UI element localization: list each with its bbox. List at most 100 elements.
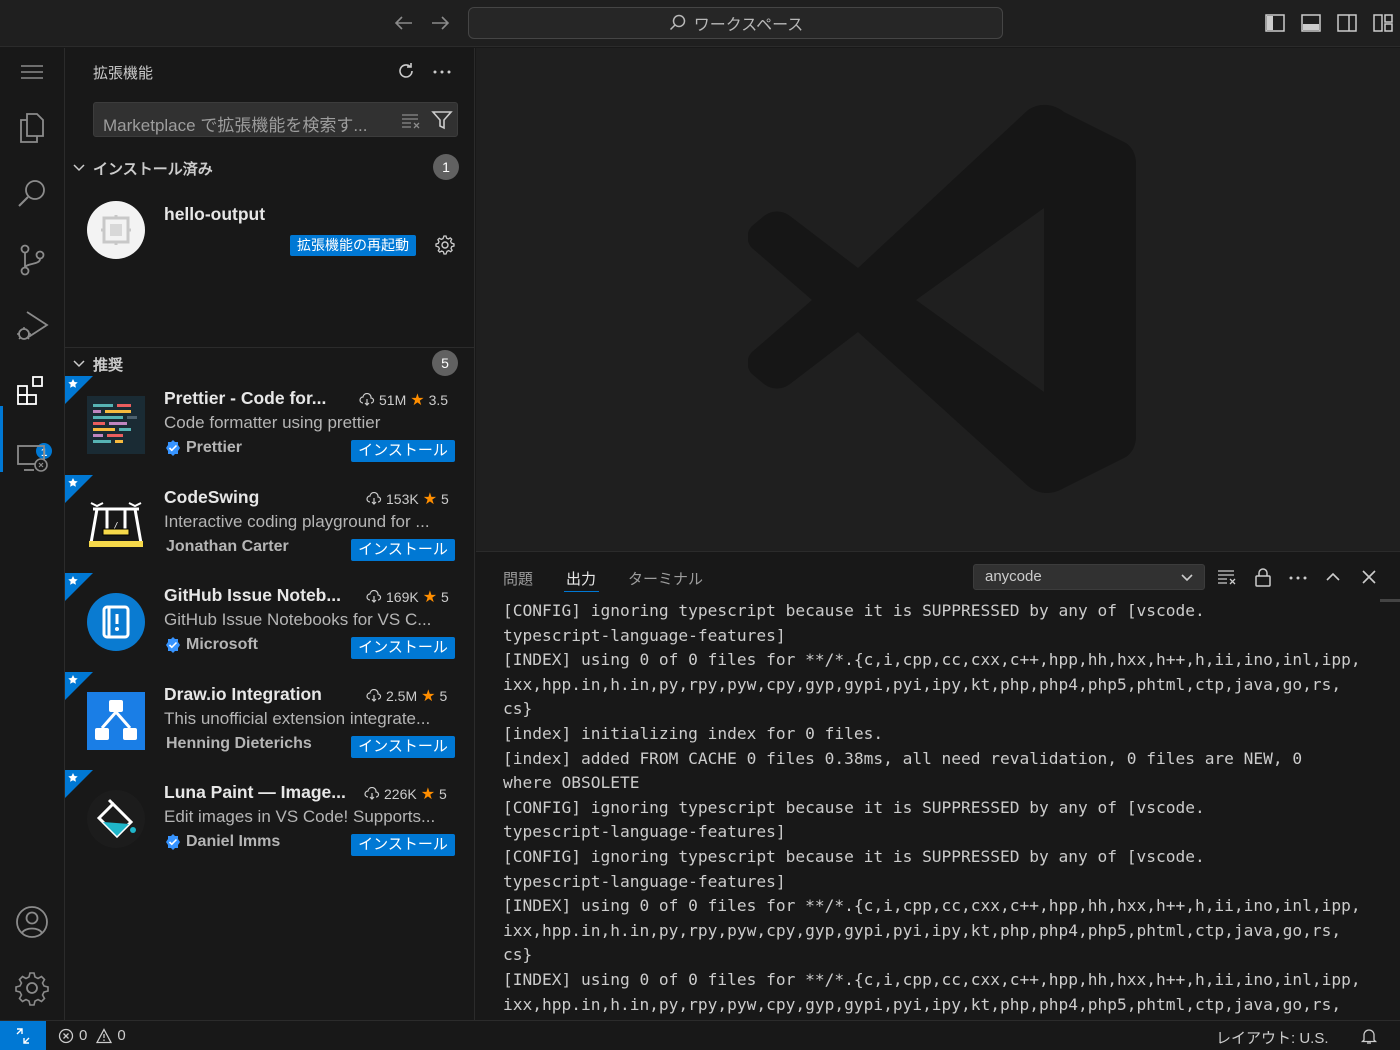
bottom-panel: 問題 出力 ターミナル anycode [CONFIG] ignoring ty…	[476, 551, 1400, 1020]
output-line: [INDEX] using 0 of 0 files for **/*.{c,i…	[503, 650, 1361, 670]
prettier-logo-icon	[87, 396, 145, 454]
source-control-icon[interactable]	[12, 240, 52, 280]
install-button[interactable]: インストール	[351, 834, 455, 856]
error-count: 0	[79, 1027, 88, 1044]
title-bar: ワークスペース	[0, 0, 1400, 47]
tab-output[interactable]: 出力	[566, 568, 596, 589]
recommended-extension-item[interactable]: GitHub Issue Noteb... 169K ★ 5 GitHub Is…	[65, 573, 474, 671]
output-log[interactable]: [CONFIG] ignoring typescript because it …	[503, 599, 1383, 1021]
download-cloud-icon	[359, 393, 375, 407]
extension-description: This unofficial extension integrate...	[164, 709, 431, 728]
star-icon: ★	[422, 589, 438, 606]
download-count: 2.5M	[386, 688, 418, 704]
problems-status[interactable]: 0 0	[58, 1027, 126, 1044]
extension-stats: 51M ★ 3.5	[359, 390, 448, 410]
chevron-down-icon	[71, 160, 87, 176]
recommended-extension-item[interactable]: Draw.io Integration 2.5M ★ 5 This unoffi…	[65, 672, 474, 770]
output-line: typescript-language-features]	[503, 822, 786, 842]
verified-badge-icon	[164, 439, 182, 457]
more-actions-icon[interactable]	[1287, 566, 1309, 588]
extensions-search-input[interactable]: Marketplace で拡張機能を検索す...	[93, 102, 458, 137]
publisher-name: Jonathan Carter	[166, 538, 289, 555]
extensions-icon[interactable]	[12, 372, 52, 412]
output-line: ixx,hpp.in,h.in,py,rpy,pyw,cpy,gyp,gypi,…	[503, 994, 1342, 1014]
toggle-secondary-sidebar-icon[interactable]	[1336, 12, 1358, 34]
toggle-primary-sidebar-icon[interactable]	[1264, 12, 1286, 34]
search-label: ワークスペース	[693, 17, 804, 34]
tab-terminal[interactable]: ターミナル	[628, 568, 703, 589]
recommended-extension-item[interactable]: / CodeSwing 153K ★ 5 Interactive coding …	[65, 475, 474, 573]
refresh-icon[interactable]	[395, 60, 417, 82]
install-button[interactable]: インストール	[351, 736, 455, 758]
explorer-icon[interactable]	[12, 108, 52, 148]
run-and-debug-icon[interactable]	[12, 306, 52, 346]
svg-text:/: /	[114, 521, 119, 530]
download-cloud-icon	[366, 590, 382, 604]
vscode-logo-watermark	[748, 102, 1138, 498]
installed-section-header[interactable]: インストール済み 1	[65, 153, 474, 181]
filter-icon[interactable]	[430, 109, 454, 131]
notifications-bell-icon[interactable]	[1360, 1027, 1378, 1045]
output-line: [CONFIG] ignoring typescript because it …	[503, 846, 1205, 866]
verified-badge-icon	[164, 636, 182, 654]
keyboard-layout-status[interactable]: レイアウト: U.S.	[1216, 1027, 1329, 1048]
rating: 3.5	[428, 392, 449, 408]
remote-indicator-button[interactable]	[0, 1021, 46, 1050]
accounts-icon[interactable]	[12, 902, 52, 942]
install-button[interactable]: インストール	[351, 637, 455, 659]
search-icon[interactable]	[12, 174, 52, 214]
recommended-section-header[interactable]: 推奨 5	[65, 347, 474, 377]
output-line: [CONFIG] ignoring typescript because it …	[503, 797, 1205, 817]
install-button[interactable]: インストール	[351, 539, 455, 561]
restart-extension-button[interactable]: 拡張機能の再起動	[290, 235, 416, 256]
command-center-search[interactable]: ワークスペース	[468, 7, 1003, 39]
more-actions-icon[interactable]	[431, 60, 453, 82]
back-arrow-icon[interactable]	[391, 10, 417, 36]
clear-filter-icon[interactable]	[400, 110, 422, 130]
output-line: [CONFIG] ignoring typescript because it …	[503, 601, 1205, 620]
output-line: typescript-language-features]	[503, 625, 786, 645]
output-channel-select[interactable]: anycode	[973, 564, 1205, 590]
warning-count: 0	[117, 1027, 126, 1044]
customize-layout-icon[interactable]	[1372, 12, 1394, 34]
install-button[interactable]: インストール	[351, 440, 455, 462]
menu-icon[interactable]	[12, 52, 52, 92]
recommended-extension-item[interactable]: Prettier - Code for... 51M ★ 3.5 Code fo…	[65, 376, 474, 474]
forward-arrow-icon[interactable]	[427, 10, 453, 36]
extension-stats: 2.5M ★ 5	[366, 686, 447, 706]
drawio-logo-icon	[87, 692, 145, 750]
lock-icon[interactable]	[1252, 566, 1274, 588]
extension-description: Edit images in VS Code! Supports...	[164, 807, 436, 826]
active-tab-indicator	[564, 591, 599, 592]
rating: 5	[441, 589, 449, 605]
extension-publisher: Prettier	[164, 439, 242, 457]
activity-bar: 1	[0, 48, 65, 1020]
editor-area	[476, 48, 1400, 551]
codeswing-logo-icon: /	[87, 495, 145, 553]
clear-output-icon[interactable]	[1216, 566, 1238, 588]
scrollbar[interactable]	[1380, 599, 1400, 602]
manage-gear-icon[interactable]	[12, 968, 52, 1008]
tab-problems[interactable]: 問題	[503, 568, 533, 589]
search-placeholder: Marketplace で拡張機能を検索す...	[103, 116, 368, 135]
output-line: cs}	[503, 699, 533, 719]
toggle-panel-icon[interactable]	[1300, 12, 1322, 34]
output-line: [index] added FROM CACHE 0 files 0.38ms,…	[503, 748, 1303, 768]
verified-badge-icon	[164, 833, 182, 851]
sidebar-title: 拡張機能	[93, 65, 154, 82]
extension-description: Interactive coding playground for ...	[164, 512, 430, 531]
extension-stats: 169K ★ 5	[366, 587, 449, 607]
star-icon: ★	[421, 688, 436, 705]
remote-explorer-icon[interactable]	[12, 438, 52, 478]
extension-name: GitHub Issue Noteb...	[164, 585, 341, 605]
maximize-panel-chevron-up-icon[interactable]	[1322, 566, 1344, 588]
output-line: [index] initializing index for 0 files.	[503, 723, 884, 743]
star-icon: ★	[422, 491, 438, 508]
extension-publisher: Microsoft	[164, 636, 258, 654]
manage-gear-icon[interactable]	[434, 234, 456, 256]
output-line: ixx,hpp.in,h.in,py,rpy,pyw,cpy,gyp,gypi,…	[503, 674, 1342, 694]
output-line: ixx,hpp.in,h.in,py,rpy,pyw,cpy,gyp,gypi,…	[503, 920, 1342, 940]
close-panel-icon[interactable]	[1358, 566, 1380, 588]
extensions-sidebar: 拡張機能 Marketplace で拡張機能を検索す... インストール済み 1…	[65, 48, 475, 1020]
recommended-extension-item[interactable]: Luna Paint — Image... 226K ★ 5 Edit imag…	[65, 770, 474, 868]
